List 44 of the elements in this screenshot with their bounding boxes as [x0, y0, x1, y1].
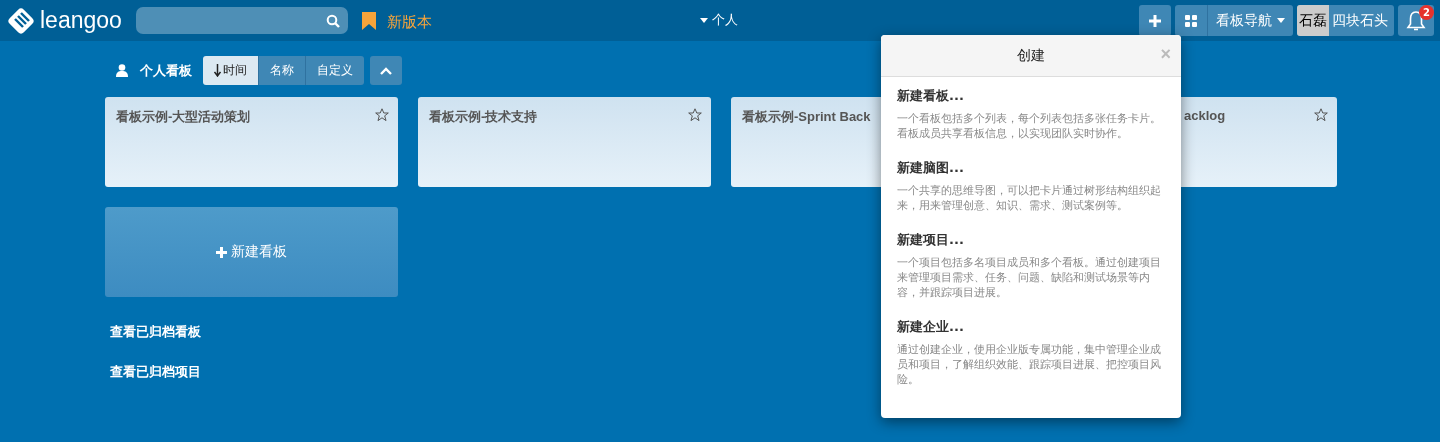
option-description: 通过创建企业，使用企业版专属功能，集中管理企业成员和项目，了解组织效能、跟踪项目进展、把控项目风险。: [897, 342, 1162, 387]
archive-link[interactable]: 查看已归档项目: [110, 363, 201, 381]
create-option-link[interactable]: 新建项目...: [897, 231, 964, 249]
sort-tab[interactable]: 名称: [258, 56, 305, 85]
create-option-link[interactable]: 新建脑图...: [897, 159, 964, 177]
star-icon: [688, 108, 702, 122]
add-button[interactable]: [1139, 5, 1171, 36]
caret-icon: [1277, 18, 1285, 23]
personal-menu[interactable]: 个人: [700, 11, 738, 29]
down-arrow-icon: [214, 64, 221, 77]
avatar: 石磊: [1297, 5, 1329, 36]
option-description: 一个项目包括多名项目成员和多个看板。通过创建项目来管理项目需求、任务、问题、缺陷和测试场景等内容，并跟踪项目进展。: [897, 255, 1162, 300]
logo-text: leangoo: [40, 7, 122, 34]
board-title: acklog: [1184, 108, 1226, 123]
sort-tab[interactable]: 时间: [203, 56, 258, 85]
board-title: 看板示例-技术支持: [429, 108, 538, 126]
grid-icon: [1185, 14, 1197, 27]
collapse-button[interactable]: [370, 56, 402, 85]
popup-title: 创建: [1017, 46, 1045, 65]
chevron-up-icon: [380, 66, 392, 75]
plus-icon: [1149, 14, 1161, 27]
notification-badge: 2: [1419, 5, 1434, 20]
board-title: 看板示例-Sprint Back: [742, 108, 871, 126]
user-name: 四块石头: [1331, 11, 1389, 30]
search-icon: [325, 13, 340, 28]
caret-icon: [700, 17, 708, 23]
plus-icon: [216, 246, 227, 258]
star-icon: [375, 108, 389, 122]
section-title: 个人看板: [140, 61, 192, 80]
user-icon: [116, 64, 128, 77]
user-menu-button[interactable]: 石磊 四块石头: [1297, 5, 1394, 36]
sort-tab[interactable]: 自定义: [305, 56, 364, 85]
notifications-button[interactable]: 2: [1398, 5, 1434, 36]
create-option-link[interactable]: 新建企业...: [897, 318, 964, 336]
new-version-link[interactable]: 新版本: [386, 9, 432, 32]
search-field[interactable]: [135, 7, 348, 34]
logo[interactable]: leangoo: [6, 5, 122, 36]
board-title: 看板示例-大型活动策划: [116, 108, 251, 126]
star-icon: [1314, 108, 1328, 122]
bookmark-icon: [361, 11, 376, 30]
archive-link[interactable]: 查看已归档看板: [110, 323, 201, 341]
board-card[interactable]: 看板示例-大型活动策划: [105, 97, 398, 187]
board-card[interactable]: 看板示例-技术支持: [418, 97, 711, 187]
new-board-button[interactable]: 新建看板: [105, 207, 398, 297]
